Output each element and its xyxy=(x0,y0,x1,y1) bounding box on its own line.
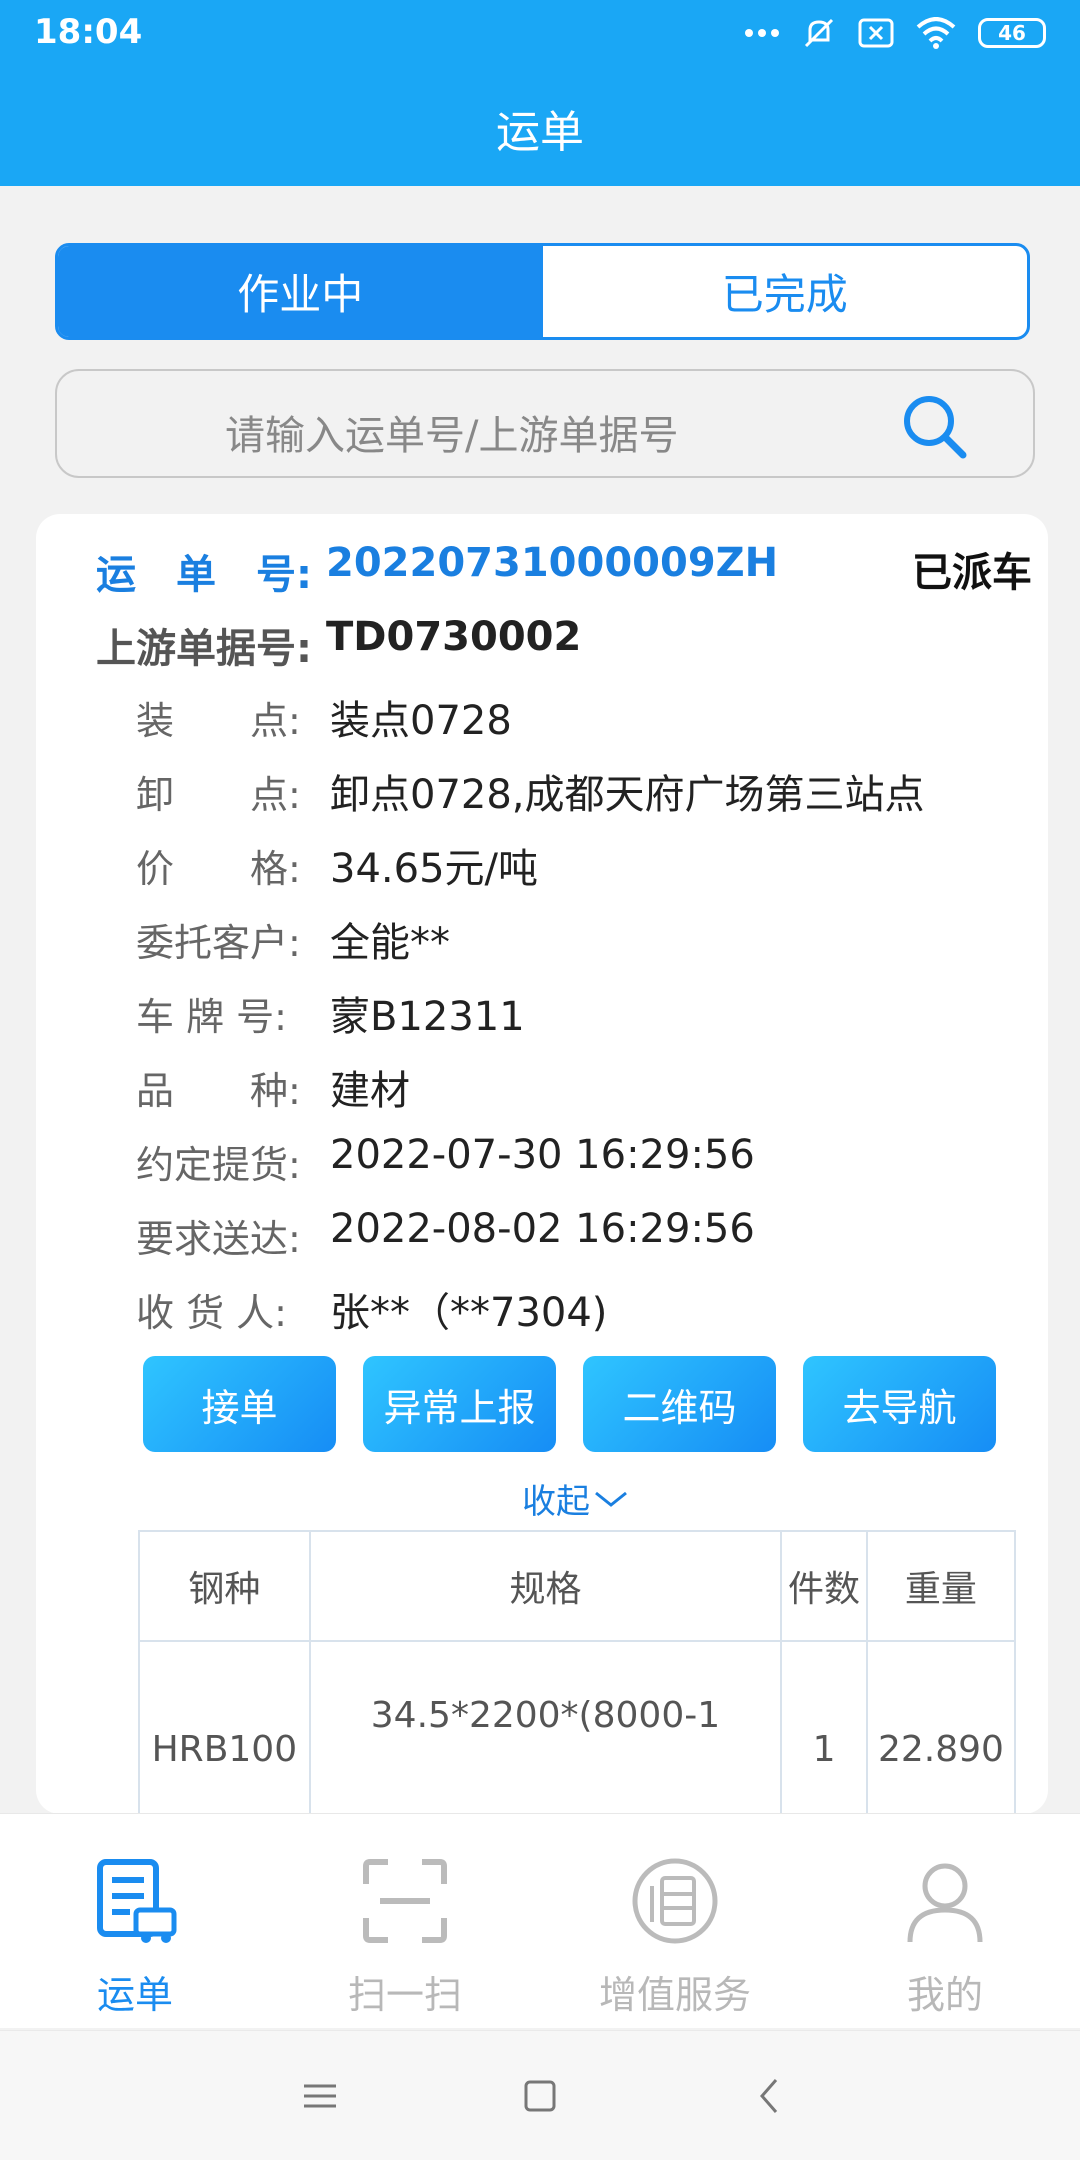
table-cell: 1 xyxy=(780,1640,868,1814)
waybill-icon xyxy=(97,1859,177,1943)
sim-icon xyxy=(858,18,894,48)
accept-order-button[interactable]: 接单 xyxy=(143,1356,336,1452)
field-delivery-time: 2022-08-02 16:29:56 xyxy=(330,1206,755,1252)
table-header-cell: 钢种 xyxy=(138,1530,311,1642)
value-added-icon xyxy=(632,1858,718,1944)
field-label: 委托客户: xyxy=(136,921,301,965)
tab-label: 扫一扫 xyxy=(347,1973,462,2017)
status-icons: 46 xyxy=(744,16,1046,50)
table-cell: HRB100 xyxy=(138,1640,311,1814)
collapse-label: 收起 xyxy=(522,1482,590,1522)
field-label: 要求送达: xyxy=(136,1217,301,1261)
chevron-down-icon xyxy=(595,1491,627,1507)
field-pickup-time: 2022-07-30 16:29:56 xyxy=(330,1132,755,1178)
field-unloading-point: 卸点0728,成都天府广场第三站点 xyxy=(330,772,925,818)
field-price: 34.65元/吨 xyxy=(330,846,538,892)
app-header: 18:04 46 运单 xyxy=(0,0,1080,186)
search-icon[interactable] xyxy=(899,391,969,461)
waybill-no-label: 运 单 号: xyxy=(96,552,312,598)
report-exception-button[interactable]: 异常上报 xyxy=(363,1356,556,1452)
field-label: 车 牌 号: xyxy=(136,995,287,1039)
more-dots-icon xyxy=(745,29,779,37)
qr-code-button[interactable]: 二维码 xyxy=(583,1356,776,1452)
tab-completed[interactable]: 已完成 xyxy=(543,246,1028,337)
menu-icon[interactable] xyxy=(300,2076,340,2116)
search-input[interactable]: 请输入运单号/上游单据号 xyxy=(55,369,1035,478)
tab-label: 增值服务 xyxy=(598,1973,751,2017)
scan-icon xyxy=(363,1859,447,1943)
tab-waybill[interactable]: 运单 xyxy=(0,1814,270,2029)
status-time: 18:04 xyxy=(34,12,143,52)
field-category: 建材 xyxy=(330,1068,410,1114)
bottom-tab-bar: 运单 扫一扫 增值服务 我的 xyxy=(0,1813,1080,2028)
tab-label: 我的 xyxy=(906,1973,983,2017)
home-icon[interactable] xyxy=(520,2076,560,2116)
page-title: 运单 xyxy=(496,107,584,158)
table-header-cell: 规格 xyxy=(308,1530,783,1642)
field-label: 装 点: xyxy=(136,699,301,743)
table-header-cell: 重量 xyxy=(865,1530,1017,1642)
mute-icon xyxy=(804,18,834,48)
navigate-button[interactable]: 去导航 xyxy=(803,1356,996,1452)
tab-profile[interactable]: 我的 xyxy=(810,1814,1080,2029)
waybill-no: 20220731000009ZH xyxy=(326,540,779,586)
field-label: 约定提货: xyxy=(136,1143,301,1187)
status-bar: 18:04 46 xyxy=(0,0,1080,70)
tab-label: 运单 xyxy=(96,1973,173,2017)
field-receiver: 张**（**7304) xyxy=(330,1290,608,1336)
status-segment-control: 作业中 已完成 xyxy=(55,243,1030,340)
tab-scan[interactable]: 扫一扫 xyxy=(270,1814,540,2029)
table-row: HRB100 34.5*2200*(8000-1 1 22.890 xyxy=(138,1640,1017,1814)
field-loading-point: 装点0728 xyxy=(330,698,512,744)
tab-in-progress[interactable]: 作业中 xyxy=(58,246,543,337)
field-label: 价 格: xyxy=(136,847,301,891)
upstream-no-label: 上游单据号: xyxy=(96,626,312,672)
collapse-toggle[interactable]: 收起 xyxy=(522,1474,628,1523)
battery-icon: 46 xyxy=(978,18,1046,48)
upstream-no: TD0730002 xyxy=(326,614,582,660)
field-label: 卸 点: xyxy=(136,773,301,817)
status-badge: 已派车 xyxy=(912,550,1032,596)
wifi-icon xyxy=(916,17,956,49)
field-label: 品 种: xyxy=(136,1069,301,1113)
system-nav-bar xyxy=(0,2030,1080,2160)
table-cell: 22.890 xyxy=(865,1640,1017,1814)
field-label: 收 货 人: xyxy=(136,1291,287,1335)
goods-table: 钢种 规格 件数 重量 HRB100 34.5*2200*(8000-1 1 2… xyxy=(138,1530,1017,1814)
search-placeholder: 请输入运单号/上游单据号 xyxy=(225,413,679,459)
field-plate: 蒙B12311 xyxy=(330,994,525,1040)
tab-value-added[interactable]: 增值服务 xyxy=(540,1814,810,2029)
profile-icon xyxy=(907,1863,983,1943)
back-icon[interactable] xyxy=(750,2076,790,2116)
table-cell: 34.5*2200*(8000-1 xyxy=(308,1640,783,1814)
field-client: 全能** xyxy=(330,920,450,966)
waybill-card[interactable]: 运 单 号: 20220731000009ZH 已派车 上游单据号: TD073… xyxy=(36,514,1048,1814)
table-header-row: 钢种 规格 件数 重量 xyxy=(138,1530,1017,1642)
table-header-cell: 件数 xyxy=(780,1530,868,1642)
